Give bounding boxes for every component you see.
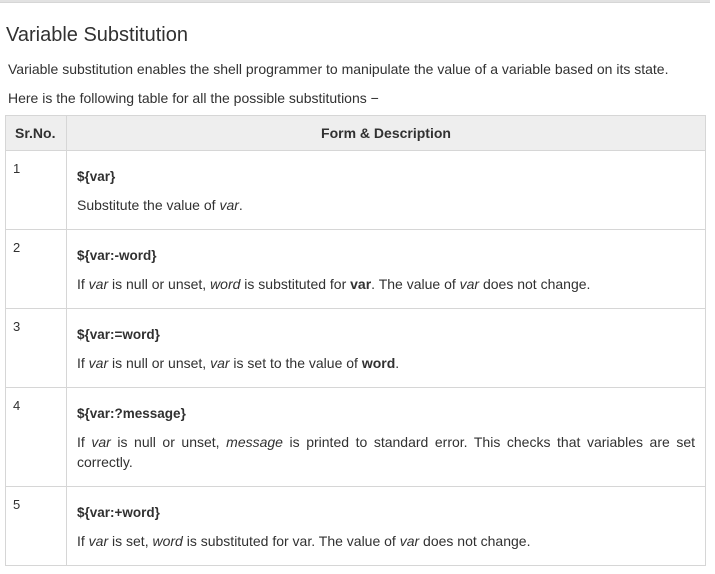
intro-paragraph: Variable substitution enables the shell … (8, 61, 669, 77)
row-number: 5 (5, 486, 67, 566)
table-intro-paragraph: Here is the following table for all the … (8, 90, 379, 106)
description-text: is null or unset, (108, 276, 211, 292)
substitution-form: ${var:-word} (77, 248, 157, 263)
row-number: 2 (5, 229, 67, 309)
row-content: ${var:-word} If var is null or unset, wo… (66, 229, 706, 309)
substitution-table: Sr.No. Form & Description 1 ${var} Subst… (5, 115, 706, 566)
italic-term: word (210, 276, 241, 292)
substitution-form: ${var:+word} (77, 505, 160, 520)
table-row: 2 ${var:-word} If var is null or unset, … (5, 229, 706, 309)
italic-term: var (219, 197, 239, 213)
italic-term: var (88, 355, 109, 371)
header-sr-no: Sr.No. (5, 115, 67, 151)
description-text: If (77, 355, 89, 371)
substitution-description: If var is null or unset, message is prin… (77, 432, 695, 472)
row-number: 3 (5, 308, 67, 388)
row-number: 4 (5, 387, 67, 487)
substitution-description: If var is null or unset, var is set to t… (77, 353, 695, 373)
substitution-form: ${var:?message} (77, 406, 186, 421)
table-row: 1 ${var} Substitute the value of var. (5, 150, 706, 230)
table-body: 1 ${var} Substitute the value of var. 2 … (5, 150, 706, 566)
italic-term: var (88, 276, 109, 292)
description-text: . (395, 355, 400, 371)
description-text: is set to the value of (229, 355, 362, 371)
italic-term: var (399, 533, 420, 549)
description-text: does not change. (419, 533, 531, 549)
table-header: Sr.No. Form & Description (5, 115, 706, 151)
table-row: 3 ${var:=word} If var is null or unset, … (5, 308, 706, 388)
bold-term: var (350, 276, 372, 292)
table-row: 4 ${var:?message} If var is null or unse… (5, 387, 706, 487)
italic-term: message (226, 434, 283, 450)
description-text: . (238, 197, 243, 213)
italic-term: var (210, 355, 230, 371)
row-content: ${var:=word} If var is null or unset, va… (66, 308, 706, 388)
description-text: If (77, 276, 89, 292)
description-text: does not change. (479, 276, 591, 292)
description-text: is null or unset, (108, 355, 211, 371)
description-text: is substituted for var. The value of (182, 533, 400, 549)
description-text: . The value of (371, 276, 460, 292)
row-content: ${var:+word} If var is set, word is subs… (66, 486, 706, 566)
description-text: is null or unset, (110, 434, 227, 450)
header-form-description: Form & Description (66, 115, 706, 151)
substitution-form: ${var:=word} (77, 327, 160, 342)
description-text: Substitute the value of (77, 197, 220, 213)
substitution-form: ${var} (77, 169, 116, 184)
row-content: ${var} Substitute the value of var. (66, 150, 706, 230)
substitution-description: Substitute the value of var. (77, 195, 695, 215)
italic-term: var (91, 434, 111, 450)
italic-term: word (152, 533, 183, 549)
description-text: is substituted for (240, 276, 351, 292)
header-row: Sr.No. Form & Description (5, 115, 706, 151)
description-text: is set, (108, 533, 153, 549)
row-number: 1 (5, 150, 67, 230)
italic-term: var (459, 276, 480, 292)
top-divider (0, 0, 710, 3)
description-text: If (77, 434, 92, 450)
substitution-description: If var is null or unset, word is substit… (77, 274, 695, 294)
bold-term: word (361, 355, 396, 371)
italic-term: var (88, 533, 109, 549)
row-content: ${var:?message} If var is null or unset,… (66, 387, 706, 487)
table-row: 5 ${var:+word} If var is set, word is su… (5, 486, 706, 566)
page-title: Variable Substitution (6, 24, 188, 46)
description-text: If (77, 533, 89, 549)
substitution-description: If var is set, word is substituted for v… (77, 531, 695, 551)
